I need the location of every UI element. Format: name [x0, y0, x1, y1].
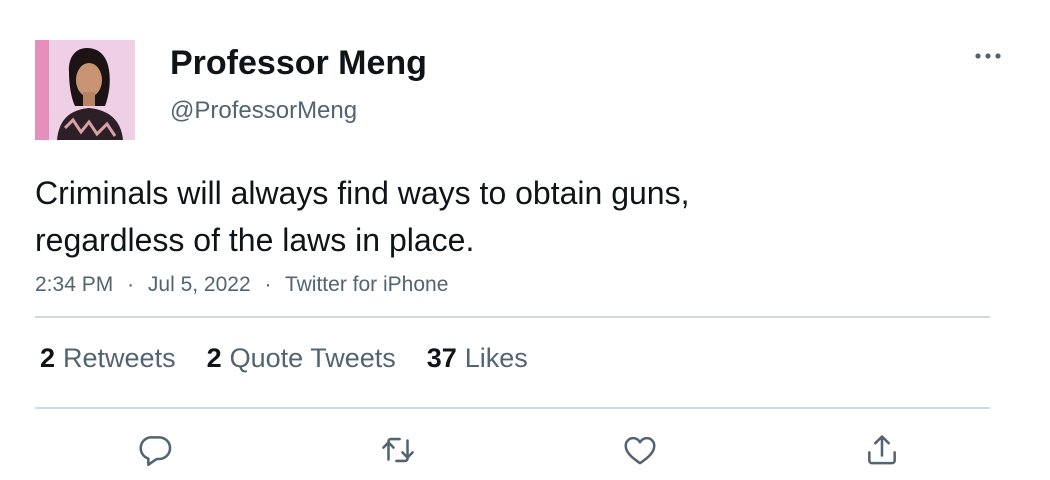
avatar[interactable] — [35, 40, 135, 140]
more-horizontal-icon — [975, 53, 1001, 59]
heart-icon — [624, 436, 656, 465]
likes-count: 37 — [426, 343, 457, 373]
quote-tweets-label: Quote Tweets — [229, 343, 396, 373]
like-button[interactable] — [618, 428, 662, 472]
display-name[interactable]: Professor Meng — [170, 43, 427, 83]
tweet-source[interactable]: Twitter for iPhone — [285, 273, 448, 296]
share-button[interactable] — [860, 428, 904, 472]
tweet-meta: 2:34 PM · Jul 5, 2022 · Twitter for iPho… — [35, 270, 448, 300]
likes-stat[interactable]: 37 Likes — [427, 340, 528, 376]
divider — [35, 316, 990, 318]
tweet-text: Criminals will always find ways to obtai… — [35, 170, 935, 264]
tweet-date[interactable]: Jul 5, 2022 — [148, 273, 251, 296]
user-handle[interactable]: @ProfessorMeng — [170, 96, 357, 126]
reply-bubble-icon — [139, 436, 172, 466]
retweets-count: 2 — [40, 343, 56, 373]
retweets-label: Retweets — [63, 343, 176, 373]
more-options-button[interactable] — [968, 42, 1008, 70]
retweet-button[interactable] — [376, 428, 420, 472]
action-bar — [0, 428, 1050, 472]
reply-button[interactable] — [133, 428, 177, 472]
quote-tweets-stat[interactable]: 2 Quote Tweets — [207, 340, 396, 376]
meta-separator: · — [264, 273, 272, 296]
tweet-time[interactable]: 2:34 PM — [35, 273, 113, 296]
avatar-photo — [35, 40, 135, 140]
engagement-stats: 2 Retweets 2 Quote Tweets 37 Likes — [40, 340, 559, 376]
likes-label: Likes — [464, 343, 528, 373]
retweets-stat[interactable]: 2 Retweets — [40, 340, 176, 376]
quote-tweets-count: 2 — [206, 343, 222, 373]
tweet-card: Professor Meng @ProfessorMeng Criminals … — [0, 0, 1050, 480]
retweet-arrows-icon — [382, 437, 414, 463]
tweet-text-line: Criminals will always find ways to obtai… — [35, 175, 690, 211]
meta-separator: · — [127, 273, 135, 296]
share-upload-icon — [868, 435, 896, 465]
divider — [35, 407, 990, 409]
tweet-text-line: regardless of the laws in place. — [35, 222, 475, 258]
